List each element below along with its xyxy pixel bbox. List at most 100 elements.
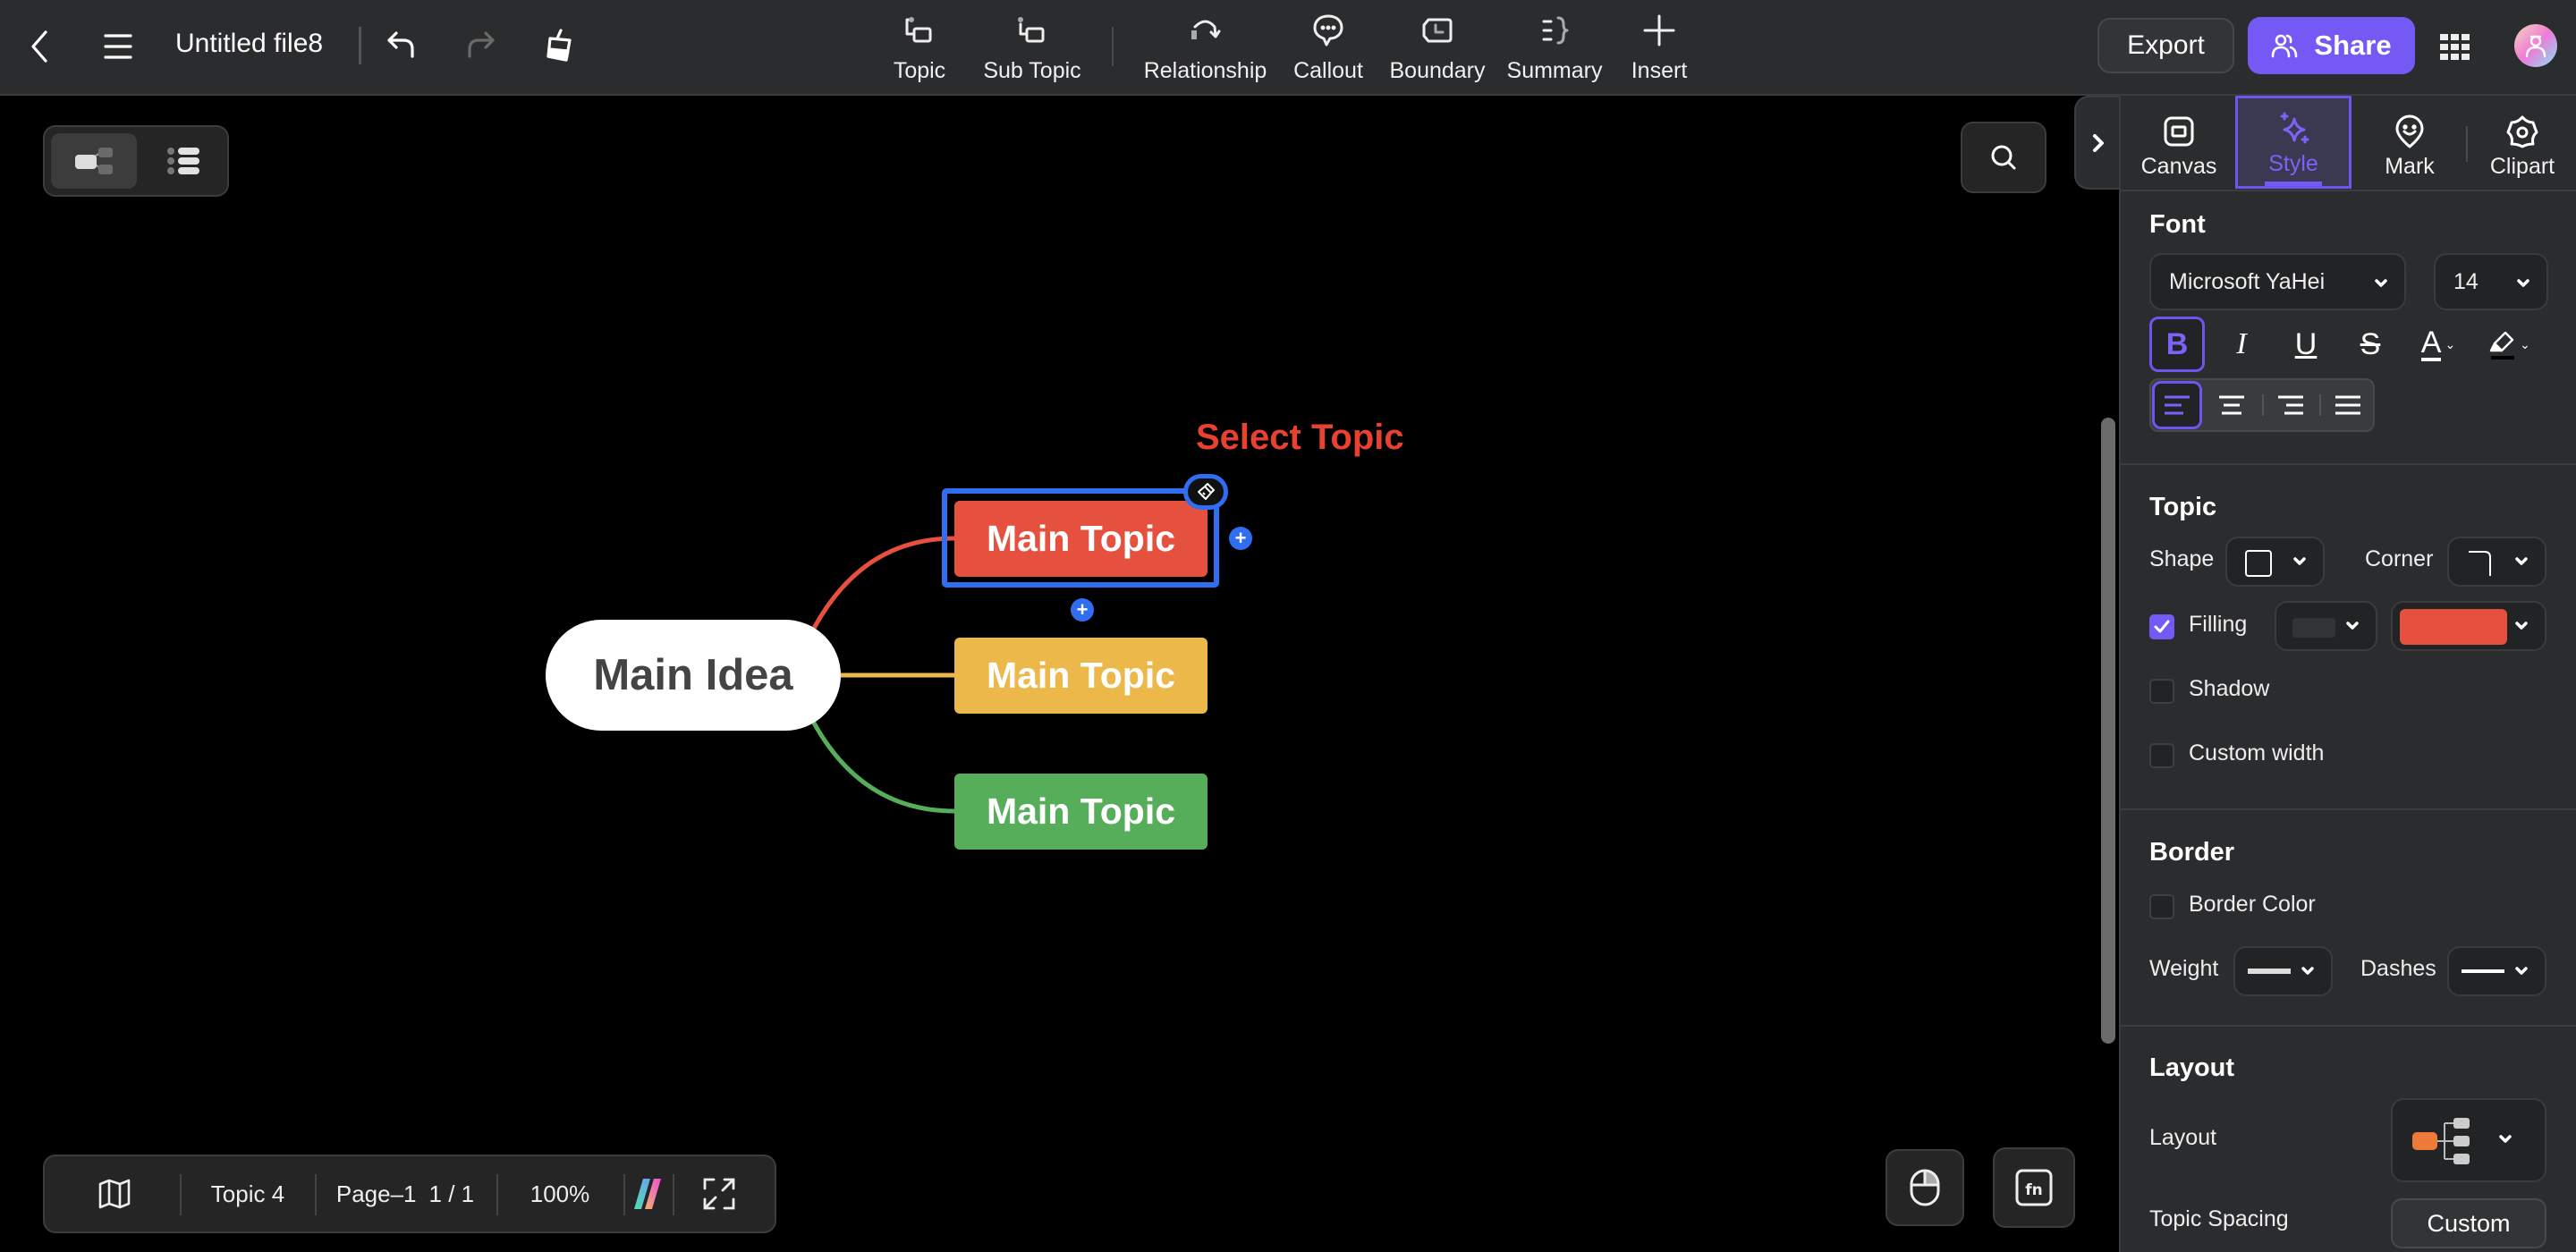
chevron-down-icon: [2516, 276, 2530, 291]
boundary-tool[interactable]: Boundary: [1388, 13, 1487, 84]
fill-style-swatch: [2292, 618, 2335, 638]
topic-spacing-custom-button[interactable]: Custom: [2391, 1198, 2546, 1248]
mindmap-connectors: [807, 536, 955, 814]
insert-tool[interactable]: Insert: [1626, 13, 1692, 84]
check-icon: [2154, 620, 2170, 633]
chevron-left-icon: [31, 30, 47, 63]
format-painter-button[interactable]: [538, 25, 580, 66]
divider: [2121, 1025, 2576, 1027]
underline-button[interactable]: U: [2278, 317, 2334, 372]
tab-canvas[interactable]: Canvas: [2121, 96, 2237, 189]
align-center-button[interactable]: [2205, 381, 2258, 429]
align-justify-button[interactable]: [2321, 381, 2375, 429]
tab-clipart[interactable]: Clipart: [2468, 96, 2576, 189]
main-topic-2[interactable]: Main Topic: [954, 638, 1208, 714]
main-topic-3[interactable]: Main Topic: [954, 774, 1208, 850]
back-button[interactable]: [20, 27, 59, 66]
highlighter-icon: [2489, 331, 2515, 360]
layout-select[interactable]: [2391, 1098, 2546, 1182]
chevron-down-icon: [2374, 276, 2388, 291]
font-size-select[interactable]: 14: [2434, 253, 2548, 310]
mouse-mode-button[interactable]: [1885, 1149, 1964, 1226]
collapse-panel-button[interactable]: [2074, 96, 2121, 190]
shortcut-keys-button[interactable]: fn: [1993, 1147, 2075, 1228]
overview-map-button[interactable]: [72, 1156, 157, 1231]
italic-button[interactable]: I: [2214, 317, 2269, 372]
tab-style[interactable]: Style: [2235, 96, 2351, 189]
annotation-select-topic: Select Topic: [1196, 418, 1404, 457]
divider: [1112, 27, 1114, 66]
corner-select[interactable]: [2447, 537, 2546, 587]
callout-tool[interactable]: Callout: [1291, 13, 1366, 84]
bold-button[interactable]: B: [2149, 317, 2205, 372]
custom-width-label: Custom width: [2189, 740, 2325, 766]
svg-text:fn: fn: [2025, 1181, 2043, 1199]
zoom-level[interactable]: 100%: [497, 1156, 623, 1231]
custom-width-checkbox[interactable]: [2149, 743, 2174, 768]
shape-select[interactable]: [2225, 537, 2325, 587]
ai-assistant-button[interactable]: [624, 1156, 671, 1231]
dashes-label: Dashes: [2360, 956, 2436, 981]
file-title[interactable]: Untitled file8: [175, 29, 323, 59]
shadow-checkbox[interactable]: [2149, 679, 2174, 704]
add-sibling-button[interactable]: +: [1071, 598, 1094, 622]
boundary-icon: [1422, 18, 1453, 43]
relationship-tool[interactable]: Relationship: [1140, 13, 1270, 84]
avatar[interactable]: [2514, 24, 2557, 67]
menu-button[interactable]: [98, 27, 138, 66]
topic-section-title: Topic: [2149, 493, 2217, 521]
fill-style-select[interactable]: [2275, 601, 2377, 651]
divider: [2121, 463, 2576, 465]
border-dashes-select[interactable]: [2447, 946, 2546, 996]
mindmap-canvas[interactable]: Main Idea Select Topic Main Topic + + Ma…: [0, 96, 2121, 1252]
connector-red: [807, 536, 955, 639]
divider: [359, 27, 361, 64]
square-shape-icon: [2245, 550, 2272, 577]
chevron-down-icon: ⌄: [2445, 336, 2456, 351]
chevron-down-icon: [2498, 1132, 2512, 1146]
canvas-scrollbar[interactable]: [2101, 418, 2115, 1044]
highlight-color-button[interactable]: ⌄: [2479, 317, 2541, 372]
redo-button[interactable]: [460, 25, 501, 66]
tab-mark[interactable]: Mark: [2351, 96, 2468, 189]
chevron-right-icon: [2093, 133, 2104, 152]
border-color-label: Border Color: [2189, 892, 2316, 917]
topic-style-badge[interactable]: [1183, 474, 1228, 510]
text-color-button[interactable]: A ⌄: [2407, 317, 2470, 372]
fullscreen-button[interactable]: [674, 1156, 764, 1231]
central-topic[interactable]: Main Idea: [546, 620, 841, 731]
export-button[interactable]: Export: [2097, 18, 2234, 73]
hamburger-menu-icon: [104, 34, 132, 59]
undo-button[interactable]: [381, 25, 422, 66]
chevron-down-icon: [2301, 964, 2315, 978]
filling-label: Filling: [2189, 612, 2248, 637]
summary-icon: [1542, 16, 1569, 45]
chevron-down-icon: [2292, 554, 2307, 569]
page-selector[interactable]: Page–1 1 / 1: [316, 1156, 495, 1231]
border-color-checkbox[interactable]: [2149, 894, 2174, 919]
mark-icon: [2395, 114, 2424, 148]
subtopic-icon: [1018, 17, 1045, 43]
chevron-down-icon: [2514, 964, 2529, 978]
add-child-button[interactable]: +: [1229, 527, 1252, 550]
summary-tool[interactable]: Summary: [1505, 13, 1604, 84]
fill-color-select[interactable]: [2391, 601, 2546, 651]
chevron-down-icon: [2345, 619, 2360, 633]
callout-icon: [1313, 14, 1343, 47]
strikethrough-button[interactable]: S: [2343, 317, 2398, 372]
align-right-button[interactable]: [2264, 381, 2318, 429]
topic-tool[interactable]: Topic: [886, 13, 953, 84]
align-left-button[interactable]: [2152, 381, 2202, 429]
canvas-icon: [2164, 116, 2194, 147]
bottom-status-bar: Topic 4 Page–1 1 / 1 100%: [43, 1155, 776, 1233]
share-button[interactable]: Share: [2248, 17, 2415, 74]
font-family-select[interactable]: Microsoft YaHei: [2149, 253, 2406, 310]
divider: [2121, 190, 2576, 191]
border-weight-select[interactable]: [2233, 946, 2333, 996]
filling-checkbox[interactable]: [2149, 614, 2174, 639]
main-topic-1[interactable]: Main Topic: [954, 501, 1208, 577]
subtopic-tool[interactable]: Sub Topic: [978, 13, 1087, 84]
layout-map-icon: [2412, 1118, 2470, 1164]
align-right-icon: [2278, 395, 2303, 415]
apps-grid-button[interactable]: [2435, 27, 2476, 68]
